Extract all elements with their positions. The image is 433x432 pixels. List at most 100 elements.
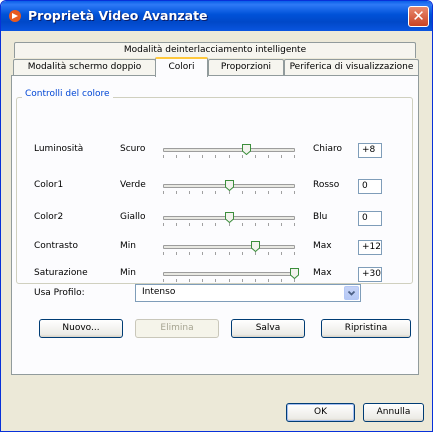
slider-tick — [202, 155, 203, 158]
ok-button[interactable]: OK — [286, 403, 355, 422]
slider-min-label: Min — [120, 241, 136, 251]
slider-tick — [242, 279, 243, 282]
tab-label: Modalità schermo doppio — [27, 62, 142, 72]
profile-select[interactable]: Intenso — [135, 284, 361, 302]
slider-tick — [176, 191, 177, 194]
slider-tick — [255, 279, 256, 282]
slider-max-label: Max — [313, 268, 332, 278]
slider-name: Contrasto — [34, 241, 78, 251]
window-title: Proprietà Video Avanzate — [28, 8, 208, 23]
slider-row-brightness: Luminosità Scuro Chiaro +8 — [1, 141, 432, 161]
slider-tick — [281, 223, 282, 226]
close-button[interactable]: ✕ — [408, 6, 429, 27]
tab-dual-screen[interactable]: Modalità schermo doppio — [13, 59, 156, 75]
slider-max-label: Rosso — [313, 180, 340, 190]
slider-tick — [215, 155, 216, 158]
slider-name: Luminosità — [34, 144, 84, 154]
slider-row-color1: Color1 Verde Rosso 0 — [1, 177, 432, 197]
save-profile-button[interactable]: Salva — [231, 319, 305, 338]
slider-tick — [163, 191, 164, 194]
slider-tick — [163, 279, 164, 282]
profile-label: Usa Profilo: — [34, 288, 85, 298]
slider-value-field[interactable]: +30 — [358, 267, 382, 282]
slider-tick — [294, 191, 295, 194]
slider-thumb[interactable] — [225, 180, 234, 191]
slider-tick — [215, 223, 216, 226]
slider-name: Color1 — [34, 180, 64, 190]
slider-tick — [202, 223, 203, 226]
slider-thumb[interactable] — [290, 268, 299, 279]
slider-min-label: Verde — [120, 180, 146, 190]
slider-value-field[interactable]: 0 — [358, 179, 382, 194]
profile-selected-value: Intenso — [142, 287, 176, 297]
slider-tick — [189, 252, 190, 255]
slider-row-saturation: Saturazione Min Max +30 — [1, 265, 432, 285]
slider-tick — [281, 191, 282, 194]
restore-profile-button[interactable]: Ripristina — [321, 319, 411, 338]
slider-value-field[interactable]: +8 — [358, 143, 382, 158]
tab-label: Colori — [168, 62, 195, 72]
slider-tick — [294, 155, 295, 158]
slider-tick — [229, 191, 230, 194]
slider-tick — [281, 252, 282, 255]
slider-tick — [268, 155, 269, 158]
color-controls-group-label: Controlli del colore — [22, 89, 113, 99]
slider-tick — [176, 223, 177, 226]
slider-name: Saturazione — [34, 268, 88, 278]
slider-tick — [255, 191, 256, 194]
slider-tick — [229, 252, 230, 255]
slider-tick — [215, 252, 216, 255]
slider-tick — [163, 252, 164, 255]
close-icon: ✕ — [412, 7, 425, 25]
slider-track[interactable] — [163, 245, 295, 249]
slider-name: Color2 — [34, 212, 64, 222]
slider-tick — [189, 279, 190, 282]
slider-track[interactable] — [163, 272, 295, 276]
slider-value-field[interactable]: 0 — [358, 211, 382, 226]
slider-tick — [215, 191, 216, 194]
slider-tick — [215, 279, 216, 282]
tab-colors[interactable]: Colori — [155, 57, 208, 77]
slider-min-label: Giallo — [120, 212, 146, 222]
slider-min-label: Scuro — [120, 144, 146, 154]
tab-display-device[interactable]: Periferica di visualizzazione — [284, 59, 419, 75]
slider-thumb[interactable] — [251, 241, 260, 252]
slider-tick — [176, 252, 177, 255]
slider-thumb[interactable] — [225, 212, 234, 223]
chevron-down-icon — [347, 290, 356, 296]
slider-value-field[interactable]: +12 — [358, 240, 382, 255]
slider-row-color2: Color2 Giallo Blu 0 — [1, 209, 432, 229]
slider-track[interactable] — [163, 148, 295, 152]
slider-tick — [229, 279, 230, 282]
slider-tick — [189, 191, 190, 194]
slider-tick — [281, 155, 282, 158]
tab-row-top: Modalità deinterlacciamento intelligente — [11, 42, 419, 59]
slider-tick — [255, 223, 256, 226]
slider-tick — [242, 155, 243, 158]
delete-profile-button[interactable]: Elimina — [135, 319, 219, 338]
slider-tick — [268, 191, 269, 194]
cancel-button[interactable]: Annulla — [363, 403, 424, 422]
app-icon — [9, 10, 21, 22]
slider-tick — [242, 252, 243, 255]
slider-thumb[interactable] — [242, 144, 251, 155]
tab-row-bottom: Modalità schermo doppio Colori Proporzio… — [11, 57, 419, 77]
tab-label: Proporzioni — [220, 62, 272, 72]
slider-tick — [229, 223, 230, 226]
slider-tick — [255, 155, 256, 158]
slider-tick — [229, 155, 230, 158]
tab-label: Modalità deinterlacciamento intelligente — [123, 45, 307, 55]
slider-tick — [163, 155, 164, 158]
slider-tick — [294, 279, 295, 282]
slider-tick — [202, 191, 203, 194]
tab-proportions[interactable]: Proporzioni — [208, 59, 284, 75]
slider-tick — [242, 191, 243, 194]
tab-deinterlacing[interactable]: Modalità deinterlacciamento intelligente — [14, 42, 416, 58]
title-bar[interactable]: Proprietà Video Avanzate ✕ — [1, 1, 432, 31]
slider-tick — [242, 223, 243, 226]
new-profile-button[interactable]: Nuovo... — [39, 319, 123, 338]
dropdown-button[interactable] — [344, 286, 359, 300]
slider-tick — [268, 223, 269, 226]
slider-max-label: Chiaro — [313, 144, 343, 154]
slider-tick — [268, 252, 269, 255]
